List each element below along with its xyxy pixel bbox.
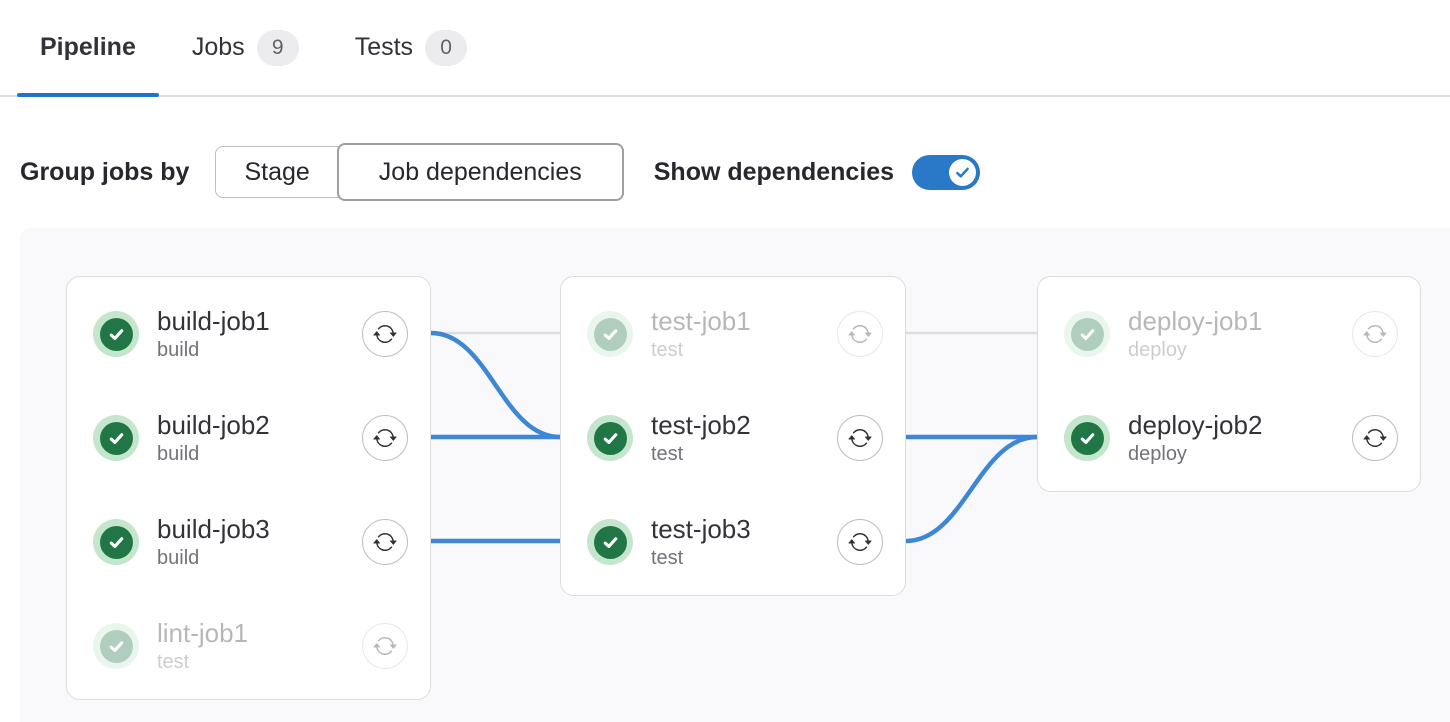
job-name-link[interactable]: deploy-job2 [1128, 409, 1352, 441]
status-success-icon [587, 415, 633, 461]
retry-icon [1363, 322, 1387, 346]
retry-button[interactable] [362, 519, 408, 565]
check-icon [1078, 429, 1097, 448]
retry-icon [848, 530, 872, 554]
check-icon [601, 533, 620, 552]
retry-button[interactable] [837, 415, 883, 461]
job-name-link[interactable]: deploy-job1 [1128, 305, 1352, 337]
job-name-link[interactable]: build-job3 [157, 513, 362, 545]
job-group-test: test-job1 test test-job2 test [560, 276, 906, 596]
job-name-link[interactable]: test-job2 [651, 409, 837, 441]
job-stage-label: test [157, 649, 362, 675]
pipeline-tab-bar: Pipeline Jobs 9 Tests 0 [0, 0, 1450, 97]
job-row[interactable]: build-job1 build [67, 282, 430, 386]
status-success-icon [587, 311, 633, 357]
tests-count-badge: 0 [425, 30, 467, 66]
job-row[interactable]: build-job2 build [67, 386, 430, 490]
retry-icon [373, 634, 397, 658]
status-success-icon [1064, 311, 1110, 357]
job-row[interactable]: lint-job1 test [67, 594, 430, 698]
check-icon [1078, 325, 1097, 344]
jobs-count-badge: 9 [257, 30, 299, 66]
job-name-link[interactable]: build-job1 [157, 305, 362, 337]
retry-icon [848, 322, 872, 346]
retry-button[interactable] [837, 311, 883, 357]
tab-tests[interactable]: Tests 0 [332, 0, 490, 95]
group-jobs-by-segmented-control: Stage Job dependencies [215, 143, 623, 201]
retry-icon [848, 426, 872, 450]
segment-job-dependencies-button[interactable]: Job dependencies [337, 143, 624, 201]
retry-button[interactable] [362, 415, 408, 461]
job-stage-label: test [651, 545, 837, 571]
status-success-icon [93, 623, 139, 669]
tab-pipeline[interactable]: Pipeline [17, 0, 159, 95]
job-stage-label: deploy [1128, 441, 1352, 467]
check-icon [601, 429, 620, 448]
retry-button[interactable] [837, 519, 883, 565]
job-row[interactable]: deploy-job1 deploy [1038, 282, 1420, 386]
active-tab-indicator [17, 93, 159, 97]
job-stage-label: deploy [1128, 337, 1352, 363]
status-success-icon [93, 311, 139, 357]
tab-tests-label: Tests [355, 33, 413, 62]
toggle-knob [949, 159, 976, 186]
job-name-link[interactable]: test-job1 [651, 305, 837, 337]
check-icon [107, 429, 126, 448]
job-name-link[interactable]: test-job3 [651, 513, 837, 545]
status-success-icon [93, 415, 139, 461]
job-group-build: build-job1 build build-job2 build [66, 276, 431, 700]
job-name-link[interactable]: build-job2 [157, 409, 362, 441]
job-stage-label: build [157, 545, 362, 571]
segment-stage-button[interactable]: Stage [215, 146, 338, 198]
job-stage-label: test [651, 441, 837, 467]
job-row[interactable]: test-job2 test [561, 386, 905, 490]
job-row[interactable]: deploy-job2 deploy [1038, 386, 1420, 490]
check-icon [107, 325, 126, 344]
check-icon [107, 533, 126, 552]
retry-button[interactable] [1352, 415, 1398, 461]
group-jobs-by-label: Group jobs by [20, 158, 189, 187]
job-row[interactable]: test-job3 test [561, 490, 905, 594]
job-stage-label: build [157, 441, 362, 467]
job-stage-label: build [157, 337, 362, 363]
retry-icon [1363, 426, 1387, 450]
dependency-link [906, 437, 1037, 541]
graph-controls: Group jobs by Stage Job dependencies Sho… [20, 143, 1450, 201]
check-icon [954, 164, 971, 181]
pipeline-graph: build-job1 build build-job2 build [20, 228, 1450, 722]
job-group-deploy: deploy-job1 deploy deploy-job2 deploy [1037, 276, 1421, 492]
tab-jobs[interactable]: Jobs 9 [169, 0, 322, 95]
retry-button[interactable] [362, 311, 408, 357]
status-success-icon [587, 519, 633, 565]
check-icon [107, 637, 126, 656]
tab-pipeline-label: Pipeline [40, 33, 136, 62]
show-dependencies-label: Show dependencies [654, 158, 894, 187]
tab-jobs-label: Jobs [192, 33, 245, 62]
retry-button[interactable] [1352, 311, 1398, 357]
check-icon [601, 325, 620, 344]
status-success-icon [93, 519, 139, 565]
dependency-link [431, 333, 560, 437]
job-stage-label: test [651, 337, 837, 363]
job-row[interactable]: build-job3 build [67, 490, 430, 594]
job-name-link[interactable]: lint-job1 [157, 617, 362, 649]
show-dependencies-toggle[interactable] [912, 155, 980, 190]
retry-icon [373, 530, 397, 554]
retry-button[interactable] [362, 623, 408, 669]
job-row[interactable]: test-job1 test [561, 282, 905, 386]
retry-icon [373, 426, 397, 450]
status-success-icon [1064, 415, 1110, 461]
retry-icon [373, 322, 397, 346]
